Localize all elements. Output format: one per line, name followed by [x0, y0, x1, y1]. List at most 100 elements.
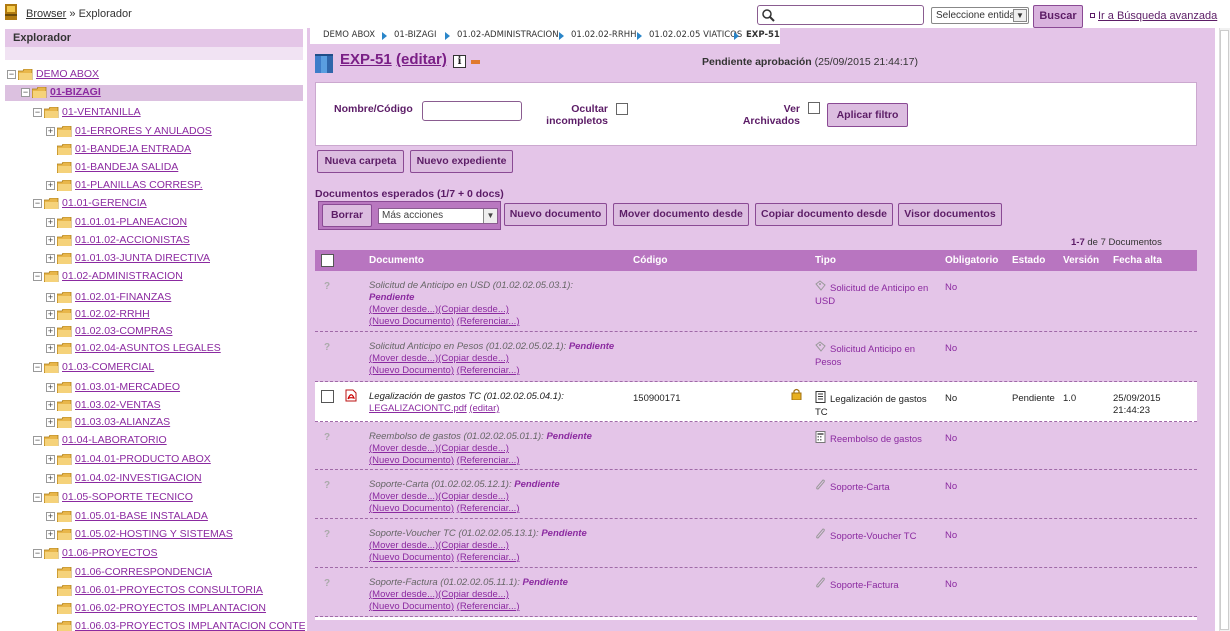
expediente-edit-link[interactable]: (editar)	[396, 51, 447, 68]
table-row[interactable]: Legalización de gastos TC (01.02.02.05.0…	[315, 382, 1197, 422]
breadcrumb-item[interactable]: 01.02.02.05 VIATICOS	[649, 30, 742, 40]
tree-toggle-icon[interactable]: −	[33, 493, 42, 502]
copy-from-link[interactable]: (Copiar desde...)	[438, 589, 509, 600]
tree-toggle-icon[interactable]: +	[46, 418, 55, 427]
document-edit-link[interactable]: (editar)	[469, 403, 499, 414]
col-tipo[interactable]: Tipo	[815, 255, 836, 266]
expediente-title[interactable]: EXP-51	[340, 51, 392, 68]
search-input[interactable]	[757, 5, 924, 25]
copy-from-link[interactable]: (Copiar desde...)	[438, 491, 509, 502]
table-row[interactable]: ? Solicitud de Anticipo en USD (01.02.02.…	[315, 271, 1197, 332]
new-folder-button[interactable]: Nueva carpeta	[317, 150, 404, 173]
col-codigo[interactable]: Código	[633, 255, 667, 266]
tree-toggle-icon[interactable]: −	[33, 108, 42, 117]
copy-from-link[interactable]: (Copiar desde...)	[438, 540, 509, 551]
apply-filter-button[interactable]: Aplicar filtro	[827, 103, 908, 127]
table-row[interactable]: ? Soporte-Carta (01.02.02.05.12.1): Pendi…	[315, 470, 1197, 519]
tree-toggle-icon[interactable]: −	[33, 549, 42, 558]
move-from-link[interactable]: (Mover desde...)	[369, 443, 438, 454]
table-row[interactable]: ? Soporte-Voucher TC (01.02.02.05.13.1): …	[315, 519, 1197, 568]
reference-link[interactable]: (Referenciar...)	[457, 552, 520, 563]
browser-link[interactable]: Browser	[26, 8, 66, 20]
tree-toggle-icon[interactable]: +	[46, 181, 55, 190]
select-all-checkbox[interactable]	[321, 254, 334, 267]
col-obligatorio[interactable]: Obligatorio	[945, 255, 998, 266]
move-document-button[interactable]: Mover documento desde	[613, 203, 749, 226]
tree-toggle-icon[interactable]: +	[46, 327, 55, 336]
show-archived-checkbox[interactable]	[808, 102, 820, 114]
breadcrumb: DEMO ABOX 01-BIZAGI 01.02-ADMINISTRACION 01…	[310, 28, 780, 44]
document-required: No	[945, 393, 958, 404]
reference-link[interactable]: (Referenciar...)	[457, 365, 520, 376]
col-estado[interactable]: Estado	[1012, 255, 1045, 266]
hide-incomplete-checkbox[interactable]	[616, 103, 628, 115]
tree-toggle-icon[interactable]: +	[46, 218, 55, 227]
document-viewer-button[interactable]: Visor documentos	[898, 203, 1002, 226]
table-row[interactable]: ? Reembolso de gastos (01.02.02.05.01.1):…	[315, 422, 1197, 470]
tree-toggle-icon[interactable]: −	[33, 199, 42, 208]
tree-node-label: 01.06.02-PROYECTOS IMPLANTACION	[75, 602, 267, 614]
name-code-input[interactable]	[422, 101, 522, 121]
tree-toggle-icon[interactable]: +	[46, 293, 55, 302]
copy-from-link[interactable]: (Copiar desde...)	[438, 443, 509, 454]
breadcrumb-item[interactable]: DEMO ABOX	[323, 30, 375, 40]
tree-toggle-icon[interactable]: +	[46, 344, 55, 353]
reference-link[interactable]: (Referenciar...)	[457, 455, 520, 466]
tree-toggle-icon[interactable]: +	[46, 401, 55, 410]
scrollbar-thumb[interactable]	[1220, 30, 1229, 630]
copy-from-link[interactable]: (Copiar desde...)	[438, 353, 509, 364]
search-button[interactable]: Buscar	[1033, 5, 1083, 28]
new-document-link[interactable]: (Nuevo Documento)	[369, 503, 454, 514]
move-from-link[interactable]: (Mover desde...)	[369, 304, 438, 315]
tree-toggle-icon[interactable]: +	[46, 127, 55, 136]
tree-toggle-icon[interactable]: +	[46, 512, 55, 521]
new-document-link[interactable]: (Nuevo Documento)	[369, 316, 454, 327]
advanced-search-link[interactable]: Ir a Búsqueda avanzada	[1090, 10, 1217, 22]
tree-toggle-icon[interactable]: −	[7, 70, 16, 79]
tree-toggle-icon[interactable]: +	[46, 383, 55, 392]
collapse-icon[interactable]	[471, 60, 480, 64]
copy-from-link[interactable]: (Copiar desde...)	[438, 304, 509, 315]
tree-toggle-icon[interactable]: +	[46, 530, 55, 539]
new-document-link[interactable]: (Nuevo Documento)	[369, 601, 454, 612]
tree-node[interactable]: − 01-BIZAGI	[5, 85, 303, 101]
new-document-link[interactable]: (Nuevo Documento)	[369, 365, 454, 376]
breadcrumb-item[interactable]: 01.02.02-RRHH	[571, 30, 637, 40]
col-fecha-alta[interactable]: Fecha alta	[1113, 255, 1162, 266]
document-date-time: 21:44:23	[1113, 405, 1150, 416]
tree-toggle-icon[interactable]: +	[46, 474, 55, 483]
table-row[interactable]: ? Solicitud Anticipo en Pesos (01.02.02.0…	[315, 332, 1197, 382]
table-row[interactable]: ? Soporte-Factura (01.02.02.05.11.1): Pen…	[315, 568, 1197, 617]
tree-toggle-icon[interactable]: −	[33, 363, 42, 372]
tree-toggle-icon[interactable]: +	[46, 310, 55, 319]
new-document-link[interactable]: (Nuevo Documento)	[369, 552, 454, 563]
tree-toggle-icon[interactable]: −	[21, 88, 30, 97]
move-from-link[interactable]: (Mover desde...)	[369, 540, 438, 551]
new-expediente-button[interactable]: Nuevo expediente	[410, 150, 513, 173]
breadcrumb-item[interactable]: 01.02-ADMINISTRACION	[457, 30, 559, 40]
more-actions-select[interactable]: Más acciones ▼	[378, 208, 498, 224]
col-version[interactable]: Versión	[1063, 255, 1099, 266]
new-document-button[interactable]: Nuevo documento	[504, 203, 607, 226]
reference-link[interactable]: (Referenciar...)	[457, 601, 520, 612]
breadcrumb-item[interactable]: 01-BIZAGI	[394, 30, 437, 40]
reference-link[interactable]: (Referenciar...)	[457, 316, 520, 327]
tree-toggle-icon[interactable]: −	[33, 272, 42, 281]
reference-link[interactable]: (Referenciar...)	[457, 503, 520, 514]
col-documento[interactable]: Documento	[369, 255, 424, 266]
info-icon[interactable]: i	[453, 55, 466, 68]
copy-document-button[interactable]: Copiar documento desde	[755, 203, 893, 226]
tree-toggle-icon[interactable]: +	[46, 236, 55, 245]
document-name: Soporte-Factura (01.02.02.05.11.1): Pend…	[369, 577, 619, 613]
row-checkbox[interactable]	[321, 390, 334, 403]
move-from-link[interactable]: (Mover desde...)	[369, 491, 438, 502]
move-from-link[interactable]: (Mover desde...)	[369, 589, 438, 600]
new-document-link[interactable]: (Nuevo Documento)	[369, 455, 454, 466]
move-from-link[interactable]: (Mover desde...)	[369, 353, 438, 364]
delete-button[interactable]: Borrar	[322, 204, 372, 227]
tree-toggle-icon[interactable]: −	[33, 436, 42, 445]
document-file-link[interactable]: LEGALIZACIONTC.pdf	[369, 403, 467, 414]
entity-select[interactable]: Seleccione entidad ▼	[931, 7, 1029, 24]
tree-toggle-icon[interactable]: +	[46, 254, 55, 263]
tree-toggle-icon[interactable]: +	[46, 455, 55, 464]
